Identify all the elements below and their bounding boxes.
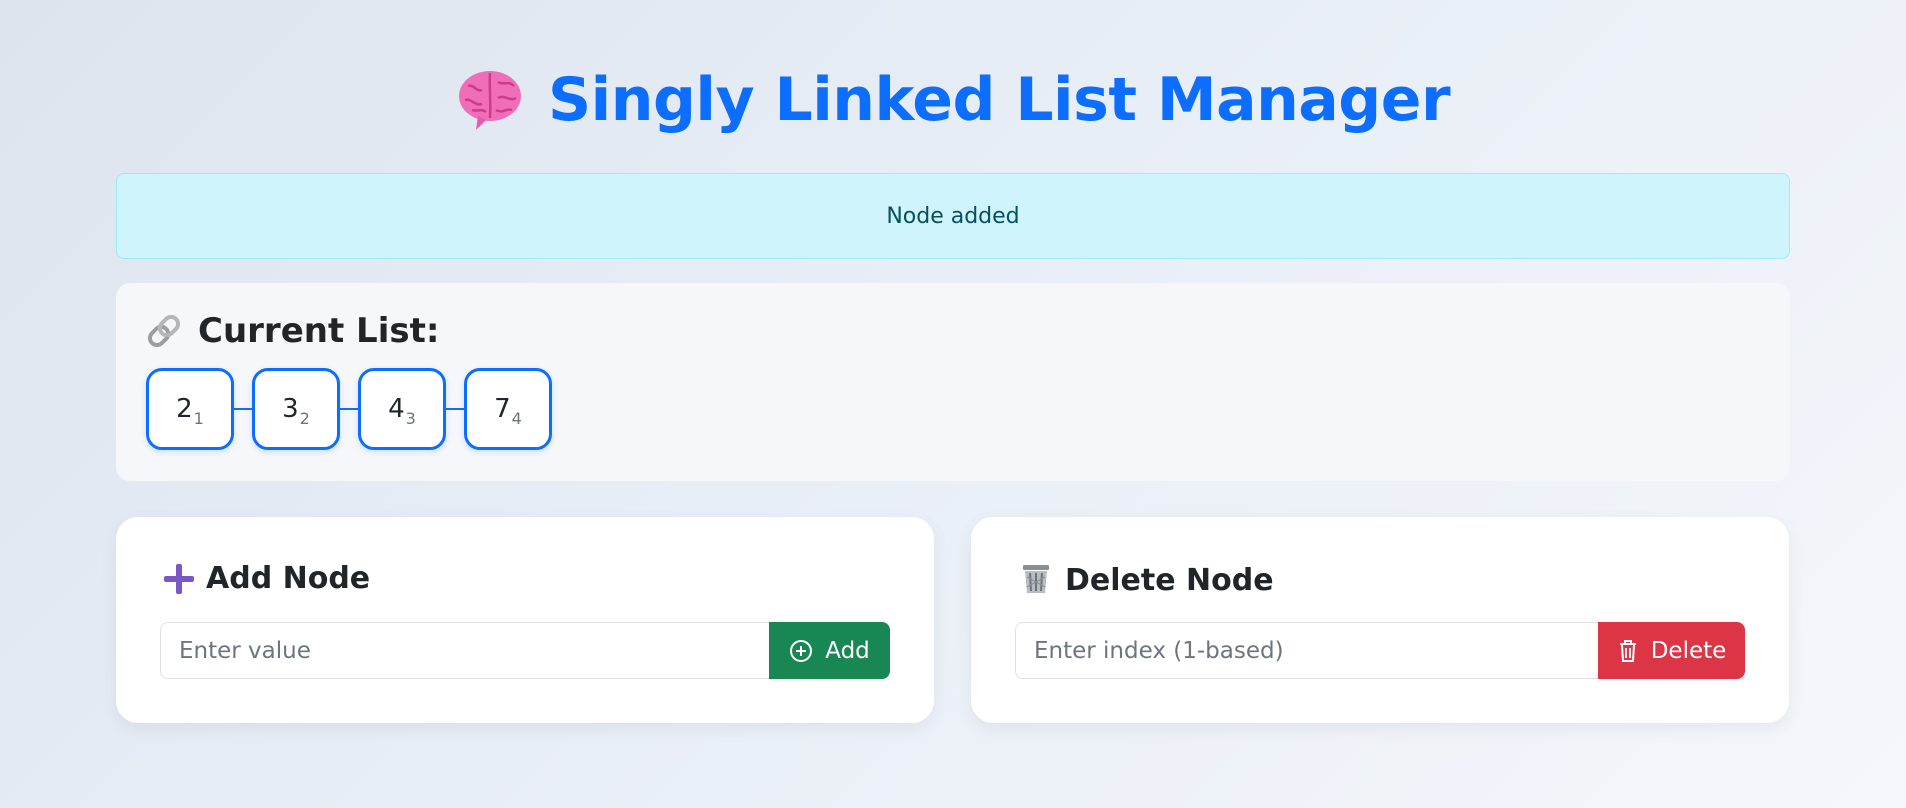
plus-circle-icon xyxy=(790,639,813,662)
node-index: 1 xyxy=(193,408,204,428)
add-node-heading: Add Node xyxy=(164,561,370,596)
current-list-label: Current List: xyxy=(198,311,440,351)
alert-message: Node added xyxy=(886,203,1020,229)
delete-node-title: Delete Node xyxy=(1065,562,1274,598)
list-node[interactable]: 21 xyxy=(146,368,234,450)
add-button[interactable]: Add xyxy=(769,622,890,679)
node-index: 3 xyxy=(405,408,416,428)
delete-button[interactable]: Delete xyxy=(1598,622,1745,679)
add-button-label: Add xyxy=(825,637,870,664)
add-input-group: Add xyxy=(160,622,890,679)
node-connector xyxy=(446,408,464,410)
page-title: Singly Linked List Manager xyxy=(547,65,1451,135)
wastebasket-icon xyxy=(1019,561,1053,599)
add-node-title: Add Node xyxy=(206,561,371,596)
current-list-panel: Current List: 21 32 43 74 xyxy=(116,283,1790,481)
node-index: 2 xyxy=(299,408,310,428)
delete-node-heading: Delete Node xyxy=(1019,561,1274,599)
brain-icon xyxy=(456,68,524,132)
node-value: 3 xyxy=(282,394,299,424)
delete-button-label: Delete xyxy=(1650,637,1727,664)
link-icon xyxy=(144,311,184,351)
node-index: 4 xyxy=(511,408,522,428)
trash-icon xyxy=(1619,639,1636,662)
node-connector xyxy=(340,408,358,410)
index-input[interactable] xyxy=(1015,622,1598,679)
page-header: Singly Linked List Manager xyxy=(0,68,1906,132)
add-node-card: Add Node Add xyxy=(116,517,934,723)
node-chain: 21 32 43 74 xyxy=(146,368,552,450)
value-input[interactable] xyxy=(160,622,769,679)
node-value: 7 xyxy=(494,394,511,424)
list-node[interactable]: 32 xyxy=(252,368,340,450)
list-node[interactable]: 74 xyxy=(464,368,552,450)
status-alert: Node added xyxy=(116,173,1790,259)
node-value: 2 xyxy=(176,394,193,424)
delete-node-card: Delete Node Delete xyxy=(971,517,1789,723)
current-list-heading: Current List: xyxy=(144,311,439,351)
delete-input-group: Delete xyxy=(1015,622,1745,679)
node-connector xyxy=(234,408,252,410)
plus-icon xyxy=(164,563,194,594)
list-node[interactable]: 43 xyxy=(358,368,446,450)
node-value: 4 xyxy=(388,394,405,424)
